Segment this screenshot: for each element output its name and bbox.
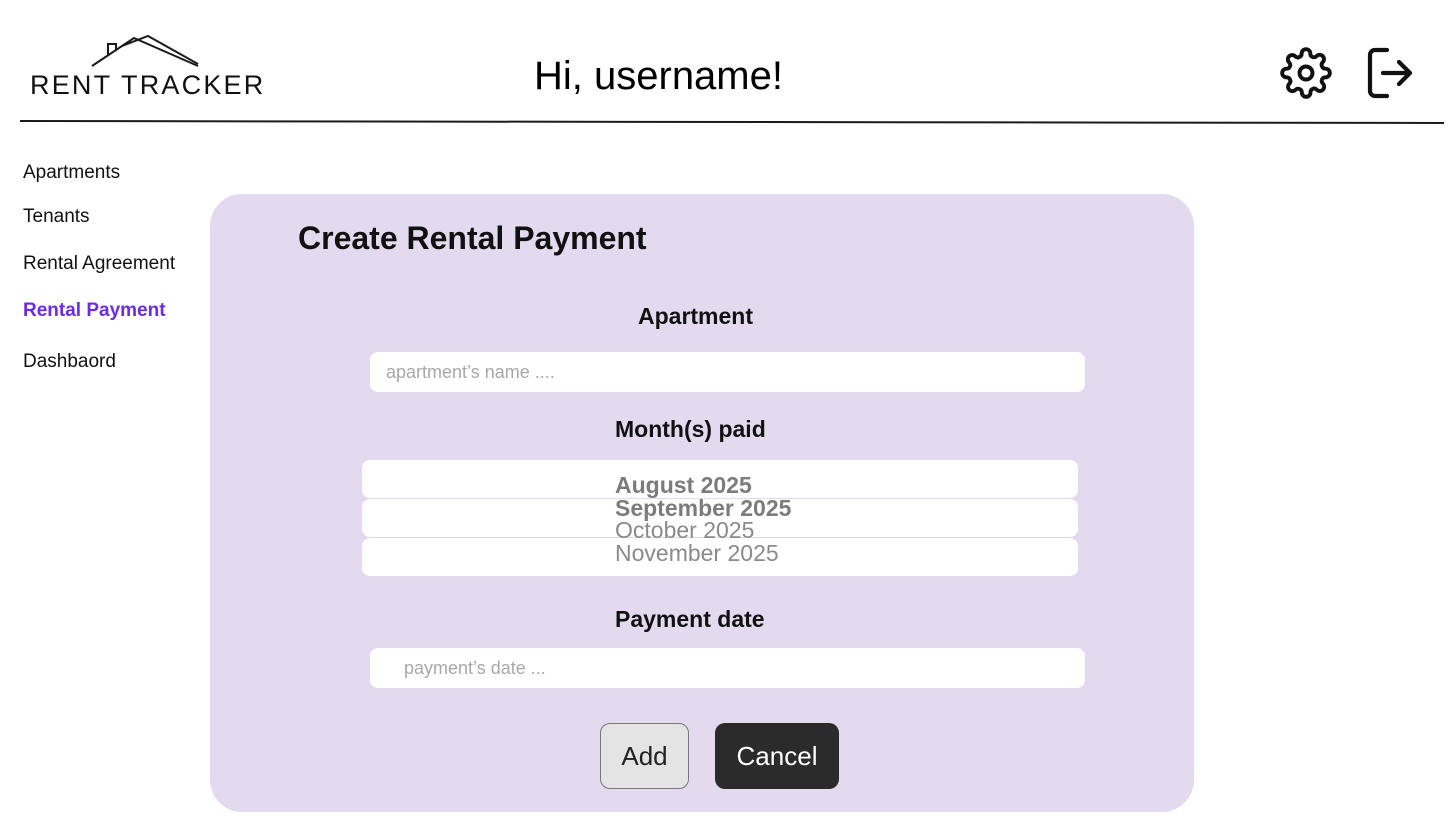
sidebar-item-dashboard[interactable]: Dashbaord — [23, 351, 116, 373]
greeting-title: Hi, username! — [534, 54, 783, 98]
logout-icon — [1367, 47, 1413, 99]
house-roof-icon — [91, 34, 199, 67]
app-logo: RENT TRACKER — [28, 34, 266, 100]
gear-icon — [1280, 47, 1332, 99]
header-divider — [19, 120, 1445, 124]
cancel-button[interactable]: Cancel — [715, 723, 839, 789]
logo-text: RENT TRACKER — [30, 70, 266, 100]
sidebar-item-tenants[interactable]: Tenants — [23, 206, 90, 228]
months-paid-label: Month(s) paid — [615, 416, 766, 442]
month-option-august-2025[interactable]: August 2025 — [615, 474, 752, 497]
sidebar-item-apartments[interactable]: Apartments — [23, 162, 120, 184]
month-option-october-2025[interactable]: October 2025 — [615, 519, 754, 542]
form-title: Create Rental Payment — [298, 220, 647, 256]
apartment-label: Apartment — [638, 303, 754, 329]
apartment-input[interactable] — [370, 352, 1085, 392]
logout-button[interactable] — [1362, 44, 1418, 102]
settings-button[interactable] — [1278, 44, 1334, 102]
sidebar-item-rental-payment[interactable]: Rental Payment — [23, 300, 166, 322]
payment-date-label: Payment date — [615, 606, 765, 632]
months-select[interactable]: August 2025 September 2025 October 2025 … — [362, 460, 1078, 578]
month-option-november-2025[interactable]: November 2025 — [615, 542, 779, 565]
sidebar-item-rental-agreement[interactable]: Rental Agreement — [23, 253, 175, 275]
add-button[interactable]: Add — [600, 723, 689, 789]
create-payment-card: Create Rental Payment Apartment Month(s)… — [210, 194, 1194, 812]
payment-date-input[interactable] — [370, 648, 1085, 688]
